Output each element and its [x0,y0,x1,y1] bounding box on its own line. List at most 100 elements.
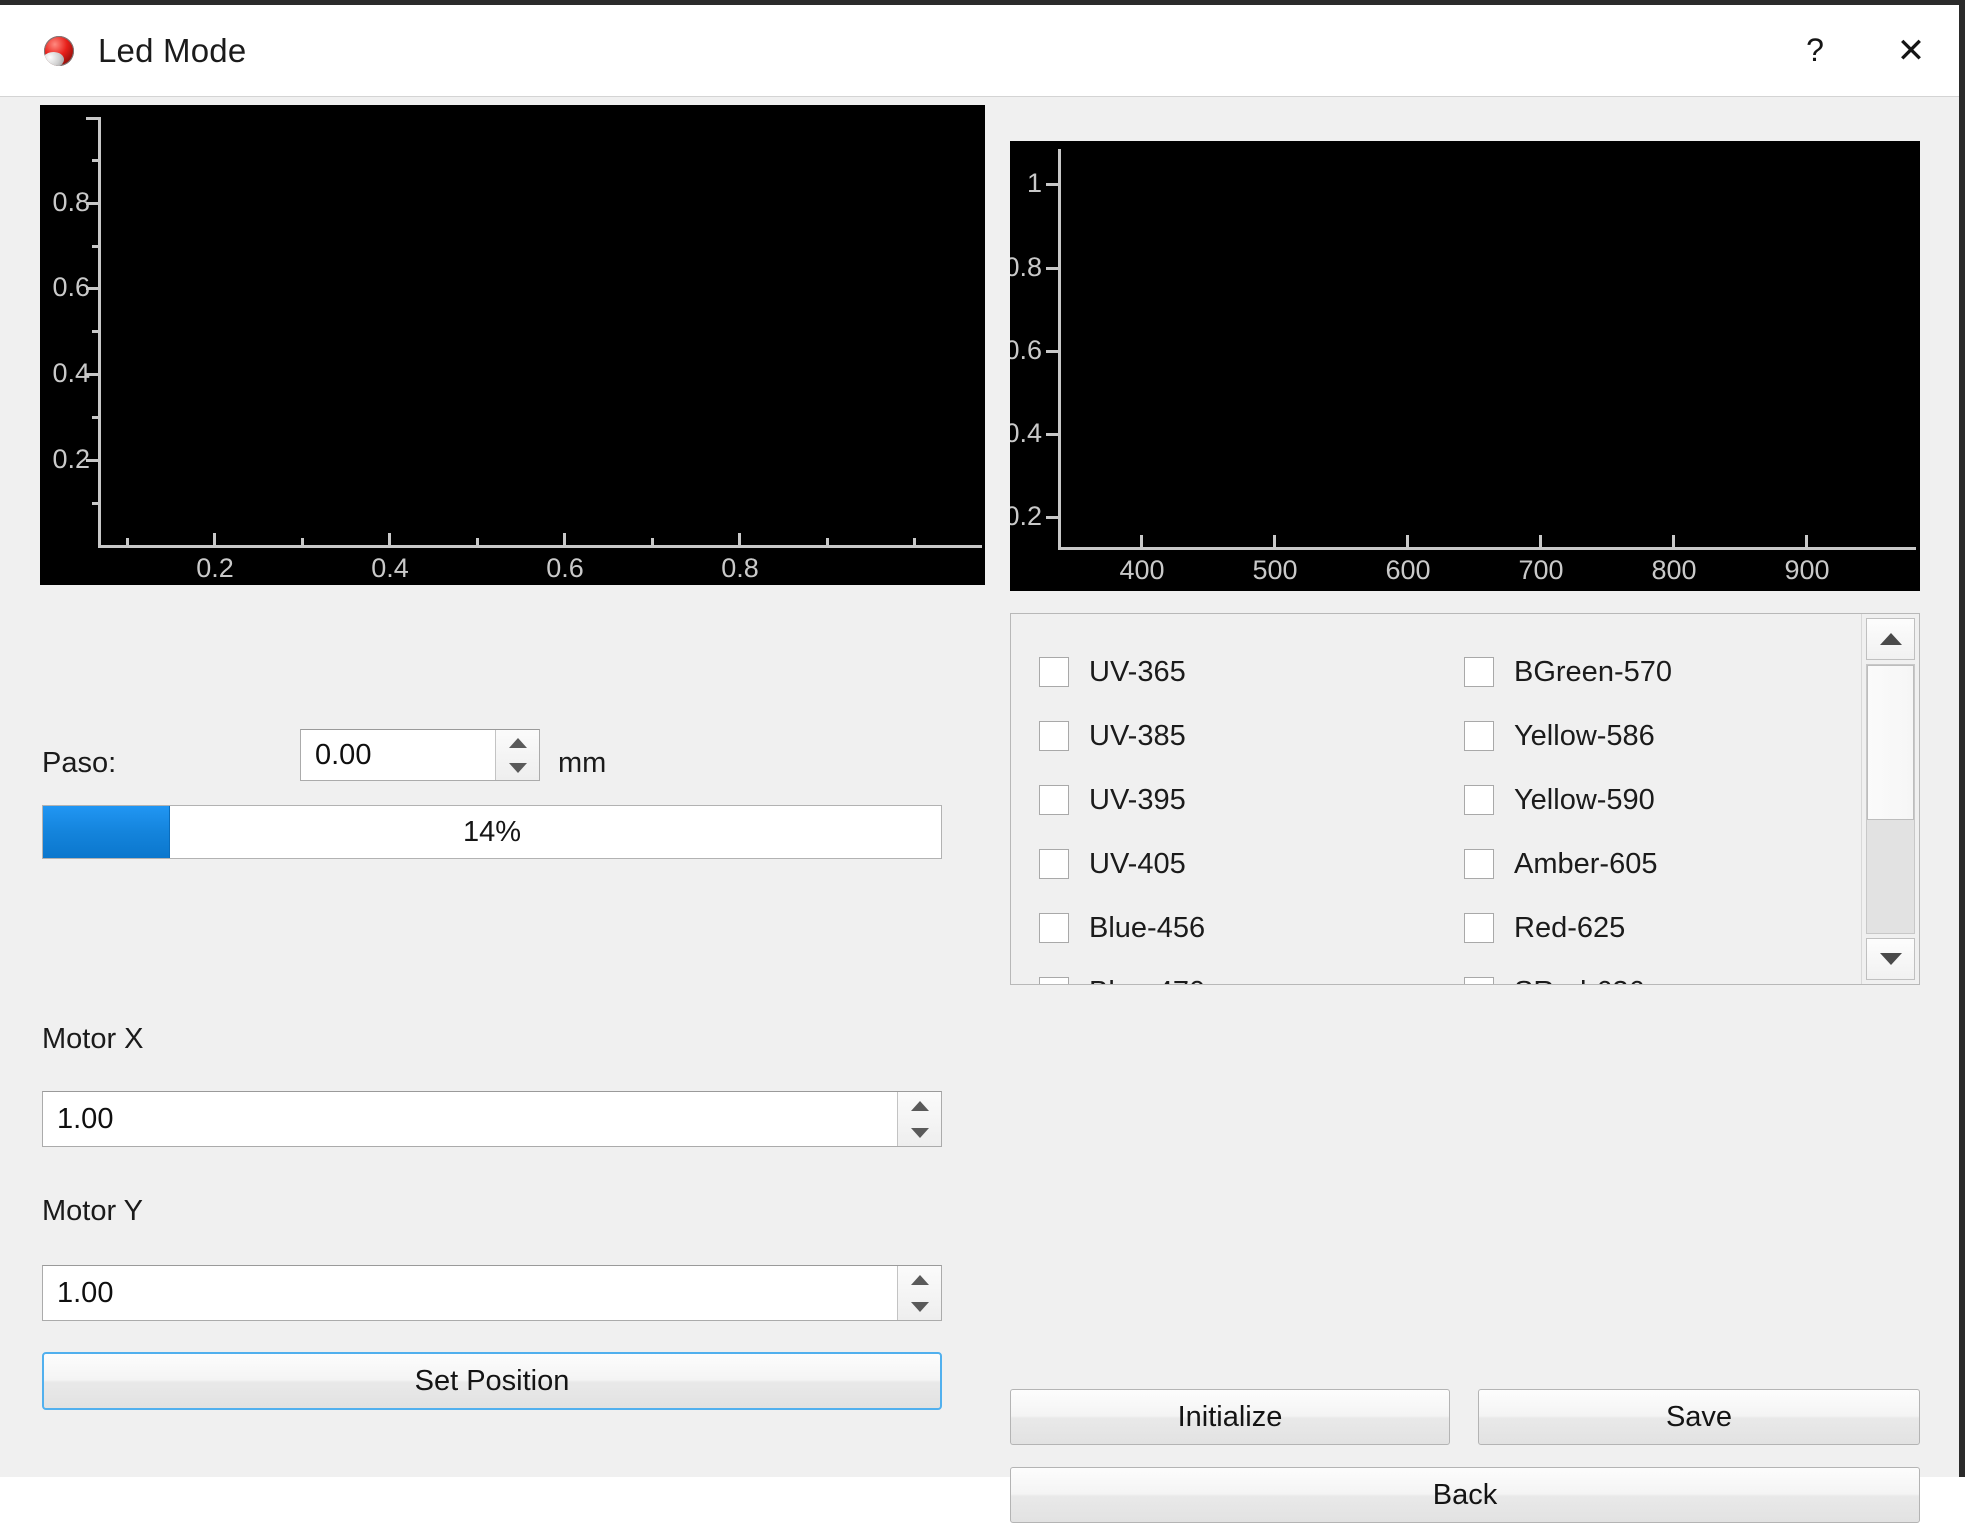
motor-y-label: Motor Y [42,1195,143,1228]
paso-spinner-down[interactable] [496,755,539,780]
window-title: Led Mode [98,32,246,70]
checkbox-icon[interactable] [1464,977,1494,985]
checkbox-icon[interactable] [1039,913,1069,943]
led-checkbox-row[interactable]: Yellow-586 [1464,704,1861,768]
progress-bar-text: 14% [43,806,941,858]
progress-bar: 14% [42,805,942,859]
position-plot-x-minor-tick [651,538,654,547]
set-position-button[interactable]: Set Position [42,1352,942,1410]
spectrum-plot[interactable]: 1 0.8 0.6 0.4 0.2 400 500 600 700 800 90… [1010,141,1920,591]
save-button[interactable]: Save [1478,1389,1920,1445]
position-plot-y-tick [86,117,100,120]
scroll-down-button[interactable] [1866,938,1915,980]
motor-x-label: Motor X [42,1023,144,1056]
led-columns: UV-365 UV-385 UV-395UV-405Blue-456 Blue-470… [1011,614,1861,984]
scroll-up-icon [1880,633,1902,645]
spectrum-plot-y-axis [1058,149,1061,549]
led-checkbox-label: Red-625 [1514,912,1625,945]
checkbox-icon[interactable] [1464,721,1494,751]
led-list-scrollbar[interactable] [1861,614,1919,984]
position-plot-x-minor-tick [126,538,129,547]
checkbox-icon[interactable] [1039,785,1069,815]
led-checkbox-row[interactable]: SRed-636 [1464,960,1861,985]
motor-x-spinner-up[interactable] [898,1092,941,1119]
led-checkbox-row[interactable]: Blue-456 [1039,896,1436,960]
spectrum-plot-x-ticklabel: 700 [1489,555,1593,586]
led-checkbox-row[interactable]: Red-625 [1464,896,1861,960]
led-selection-panel: UV-365 UV-385 UV-395UV-405Blue-456 Blue-470… [1010,613,1920,985]
position-plot[interactable]: 0.8 0.6 0.4 0.2 0.2 0.4 0.6 0.8 [40,105,985,585]
led-sphere-icon [44,36,74,66]
led-checkbox-row[interactable]: Yellow-590 [1464,768,1861,832]
title-bar: Led Mode ? ✕ [0,5,1959,97]
position-plot-x-tick [388,533,391,547]
spectrum-plot-y-ticklabel: 1 [1010,168,1042,199]
paso-spinbox[interactable]: 0.00 [300,729,540,781]
chevron-up-icon [911,1101,929,1111]
led-checkbox-row[interactable]: BGreen-570 [1464,640,1861,704]
motor-x-spinner-buttons [897,1092,941,1146]
motor-x-value[interactable]: 1.00 [43,1092,897,1146]
position-plot-y-minor-tick [92,330,100,333]
spectrum-plot-y-ticklabel: 0.2 [1010,501,1042,532]
checkbox-icon[interactable] [1464,913,1494,943]
led-checkbox-row[interactable]: Blue-470 [1039,960,1436,985]
checkbox-icon[interactable] [1039,977,1069,985]
motor-y-spinner-buttons [897,1266,941,1320]
led-checkbox-row[interactable]: Amber-605 [1464,832,1861,896]
checkbox-icon[interactable] [1464,657,1494,687]
motor-y-value[interactable]: 1.00 [43,1266,897,1320]
position-plot-y-minor-tick [92,245,100,248]
window-content: 0.8 0.6 0.4 0.2 0.2 0.4 0.6 0.8 [0,97,1959,1477]
position-plot-x-ticklabel: 0.4 [348,553,432,584]
help-icon[interactable]: ? [1767,5,1863,97]
checkbox-icon[interactable] [1039,657,1069,687]
spectrum-plot-y-tick [1046,183,1060,186]
spectrum-plot-x-ticklabel: 900 [1755,555,1859,586]
motor-y-spinbox[interactable]: 1.00 [42,1265,942,1321]
checkbox-icon[interactable] [1464,849,1494,879]
led-checkbox-row[interactable]: UV-365 [1039,640,1436,704]
close-icon[interactable]: ✕ [1863,5,1959,97]
motor-y-spinner-up[interactable] [898,1266,941,1293]
chevron-up-icon [509,738,527,748]
paso-spinner-up[interactable] [496,730,539,755]
spectrum-plot-x-tick [1805,535,1808,549]
paso-spinner-buttons [495,730,539,780]
led-checkbox-row[interactable]: UV-405 [1039,832,1436,896]
position-plot-y-ticklabel: 0.2 [40,444,90,475]
led-checkbox-label: UV-385 [1089,720,1186,753]
position-plot-x-minor-tick [913,538,916,547]
position-plot-x-axis [98,545,982,548]
position-plot-x-tick [563,533,566,547]
spectrum-plot-x-axis [1058,547,1916,550]
paso-value[interactable]: 0.00 [301,730,495,780]
chevron-down-icon [911,1128,929,1138]
spectrum-plot-y-tick [1046,433,1060,436]
scrollbar-track[interactable] [1866,664,1915,934]
spectrum-plot-y-ticklabel: 0.6 [1010,335,1042,366]
initialize-button[interactable]: Initialize [1010,1389,1450,1445]
scroll-up-button[interactable] [1866,618,1915,660]
title-bar-controls: ? ✕ [1767,5,1959,96]
led-checkbox-label: UV-365 [1089,656,1186,689]
motor-y-spinner-down[interactable] [898,1293,941,1320]
checkbox-icon[interactable] [1464,785,1494,815]
led-checkbox-label: Blue-470 [1089,976,1205,986]
led-checkbox-row[interactable]: UV-385 [1039,704,1436,768]
motor-x-spinbox[interactable]: 1.00 [42,1091,942,1147]
checkbox-icon[interactable] [1039,849,1069,879]
scrollbar-thumb[interactable] [1867,665,1914,820]
position-plot-x-ticklabel: 0.8 [698,553,782,584]
motor-x-spinner-down[interactable] [898,1119,941,1146]
led-checkbox-row[interactable]: UV-395 [1039,768,1436,832]
back-button[interactable]: Back [1010,1467,1920,1523]
spectrum-plot-x-tick [1406,535,1409,549]
spectrum-plot-y-tick [1046,516,1060,519]
spectrum-plot-x-ticklabel: 800 [1622,555,1726,586]
checkbox-icon[interactable] [1039,721,1069,751]
led-checkbox-label: SRed-636 [1514,976,1645,986]
led-column-left: UV-365 UV-385 UV-395UV-405Blue-456 Blue-470 [1011,614,1436,984]
paso-label: Paso: [42,747,116,780]
spectrum-plot-x-tick [1672,535,1675,549]
